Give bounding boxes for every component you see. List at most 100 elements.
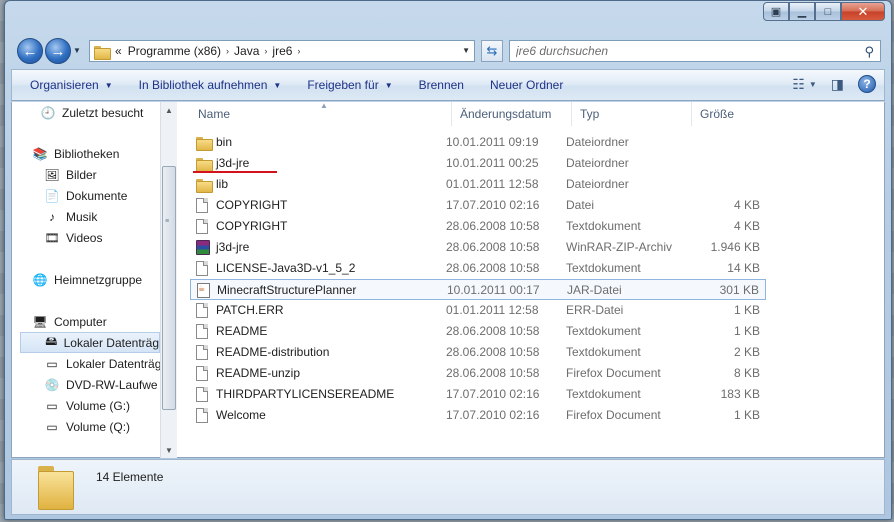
file-row[interactable]: ☕ MinecraftStructurePlanner 10.01.2011 00:… [190, 279, 766, 300]
file-row[interactable]: README-unzip 28.06.2008 10:58 Firefox Docu… [190, 363, 766, 384]
share-with-button[interactable]: Freigeben für ▼ [294, 70, 405, 100]
nav-label: Volume (G:) [66, 398, 131, 413]
file-type: JAR-Datei [567, 283, 622, 297]
burn-button[interactable]: Brennen [406, 70, 477, 100]
file-name: PATCH.ERR [216, 303, 284, 317]
chevron-right-icon[interactable]: › [264, 46, 267, 56]
breadcrumb-overflow[interactable]: « [115, 44, 122, 58]
back-button[interactable]: ← [17, 38, 43, 64]
nav-label: Lokaler Datenträg [63, 335, 159, 350]
file-row[interactable]: THIRDPARTYLICENSEREADME 17.07.2010 02:16 T… [190, 384, 766, 405]
file-name: README-unzip [216, 366, 301, 380]
nav-item-homegroup[interactable]: 🌐 Heimnetzgruppe [32, 269, 143, 290]
column-type-label: Typ [580, 107, 600, 121]
scroll-down-icon[interactable]: ▼ [161, 442, 177, 458]
burn-label: Brennen [418, 78, 464, 92]
nav-label: Lokaler Datenträg [66, 356, 160, 371]
chevron-right-icon[interactable]: › [297, 46, 300, 56]
organize-button[interactable]: Organisieren ▼ [12, 70, 126, 100]
nav-item-documents[interactable]: 📄 Dokumente [44, 185, 128, 206]
toolbar-right: ☷ ▼ ◨ ? [792, 75, 876, 93]
breadcrumb-java[interactable]: Java [234, 44, 259, 58]
file-name: lib [216, 177, 229, 191]
file-icon [196, 219, 208, 234]
new-folder-button[interactable]: Neuer Ordner [477, 70, 576, 100]
forward-button[interactable]: → [45, 38, 71, 64]
help-icon[interactable]: ? [858, 75, 876, 93]
file-size: 1 KB [733, 303, 760, 317]
file-icon-wrap [196, 408, 210, 423]
column-header-size[interactable]: Größe [692, 102, 766, 126]
nav-item-volume-q[interactable]: ▭ Volume (Q:) [44, 416, 130, 437]
nav-item-pictures[interactable]: 🖼 Bilder [44, 164, 96, 185]
chevron-down-icon: ▼ [273, 80, 282, 90]
maximize-button[interactable]: □ [815, 2, 841, 21]
file-row[interactable]: Welcome 17.07.2010 02:16 Firefox Document 1… [190, 405, 766, 426]
file-row[interactable]: README 28.06.2008 10:58 Textdokument 1 KB [190, 321, 766, 342]
add-to-library-button[interactable]: In Bibliothek aufnehmen ▼ [126, 70, 295, 100]
nav-label: Computer [54, 314, 107, 329]
nav-item-libraries[interactable]: 📚 Bibliotheken [32, 143, 120, 164]
documents-icon: 📄 [44, 188, 60, 203]
file-name: README-distribution [216, 345, 330, 359]
nav-item-computer[interactable]: 🖥 Computer [32, 311, 107, 332]
file-name: COPYRIGHT [216, 198, 288, 212]
file-icon-wrap [196, 156, 213, 172]
file-date: 28.06.2008 10:58 [446, 345, 540, 359]
nav-item-recent[interactable]: 🕘 Zuletzt besucht [40, 102, 144, 123]
nav-item-music[interactable]: ♪ Musik [44, 206, 97, 227]
file-row[interactable]: COPYRIGHT 28.06.2008 10:58 Textdokument 4 K… [190, 216, 766, 237]
command-bar: Organisieren ▼ In Bibliothek aufnehmen ▼… [11, 69, 885, 101]
search-input[interactable] [516, 44, 846, 58]
navigation-scrollbar[interactable]: ▲ ≡ ▼ [160, 102, 177, 458]
file-type: Firefox Document [566, 408, 661, 422]
file-row[interactable]: README-distribution 28.06.2008 10:58 Textd… [190, 342, 766, 363]
history-dropdown-icon[interactable]: ▼ [73, 46, 81, 55]
file-row[interactable]: bin 10.01.2011 09:19 Dateiordner [190, 132, 766, 153]
scroll-up-icon[interactable]: ▲ [161, 102, 177, 118]
file-row[interactable]: COPYRIGHT 17.07.2010 02:16 Datei 4 KB [190, 195, 766, 216]
nav-label: Bibliotheken [54, 146, 120, 161]
column-header-name[interactable]: Name ▲ [190, 101, 452, 126]
search-icon[interactable]: ⚲ [864, 44, 874, 60]
search-box: ⚲ [509, 40, 881, 62]
file-icon [196, 366, 208, 381]
file-date: 10.01.2011 09:19 [446, 135, 539, 149]
file-list: Name ▲ Änderungsdatum Typ Größe bin 10.01… [178, 101, 884, 458]
nav-item-local-disk-c[interactable]: 🖴 Lokaler Datenträg [20, 332, 160, 353]
refresh-button[interactable]: ⇆ [481, 40, 503, 62]
file-row[interactable]: j3d-jre 28.06.2008 10:58 WinRAR-ZIP-Archiv… [190, 237, 766, 258]
file-icon-wrap [196, 324, 210, 339]
preview-pane-icon[interactable]: ◨ [831, 76, 844, 93]
chevron-down-icon: ▼ [384, 80, 393, 90]
file-name: j3d-jre [216, 240, 250, 254]
file-row[interactable]: PATCH.ERR 01.01.2011 12:58 ERR-Datei 1 KB [190, 300, 766, 321]
file-size: 183 KB [720, 387, 760, 401]
close-button[interactable]: ✕ [841, 2, 885, 21]
chevron-down-icon[interactable]: ▼ [462, 46, 470, 55]
nav-item-videos[interactable]: 🎞 Videos [44, 227, 102, 248]
file-row[interactable]: LICENSE-Java3D-v1_5_2 28.06.2008 10:58 Tex… [190, 258, 766, 279]
file-date: 28.06.2008 10:58 [446, 324, 540, 338]
breadcrumb-programme[interactable]: Programme (x86) [128, 44, 221, 58]
music-icon: ♪ [49, 209, 55, 224]
folder-icon [196, 179, 213, 193]
scrollbar-thumb[interactable] [162, 166, 176, 410]
file-row[interactable]: lib 01.01.2011 12:58 Dateiordner [190, 174, 766, 195]
nav-item-local-disk-2[interactable]: ▭ Lokaler Datenträg [44, 353, 160, 374]
address-bar[interactable]: « Programme (x86) › Java › jre6 › ▼ [89, 40, 475, 62]
nav-label: Musik [66, 209, 98, 224]
restore-mini-icon[interactable]: ▣ [763, 2, 789, 21]
libraries-icon: 📚 [32, 146, 48, 161]
column-header-date[interactable]: Änderungsdatum [452, 102, 572, 126]
breadcrumb-jre6[interactable]: jre6 [272, 44, 292, 58]
view-options-icon[interactable]: ☷ ▼ [792, 76, 816, 93]
nav-item-dvd[interactable]: 💿 DVD-RW-Laufwe [44, 374, 158, 395]
minimize-button[interactable]: ▁ [789, 2, 815, 21]
folder-icon [196, 137, 213, 151]
column-header-type[interactable]: Typ [572, 102, 692, 126]
nav-item-volume-g[interactable]: ▭ Volume (G:) [44, 395, 130, 416]
add-to-library-label: In Bibliothek aufnehmen [138, 78, 268, 92]
file-date: 10.01.2011 00:17 [447, 283, 540, 297]
chevron-right-icon[interactable]: › [226, 46, 229, 56]
